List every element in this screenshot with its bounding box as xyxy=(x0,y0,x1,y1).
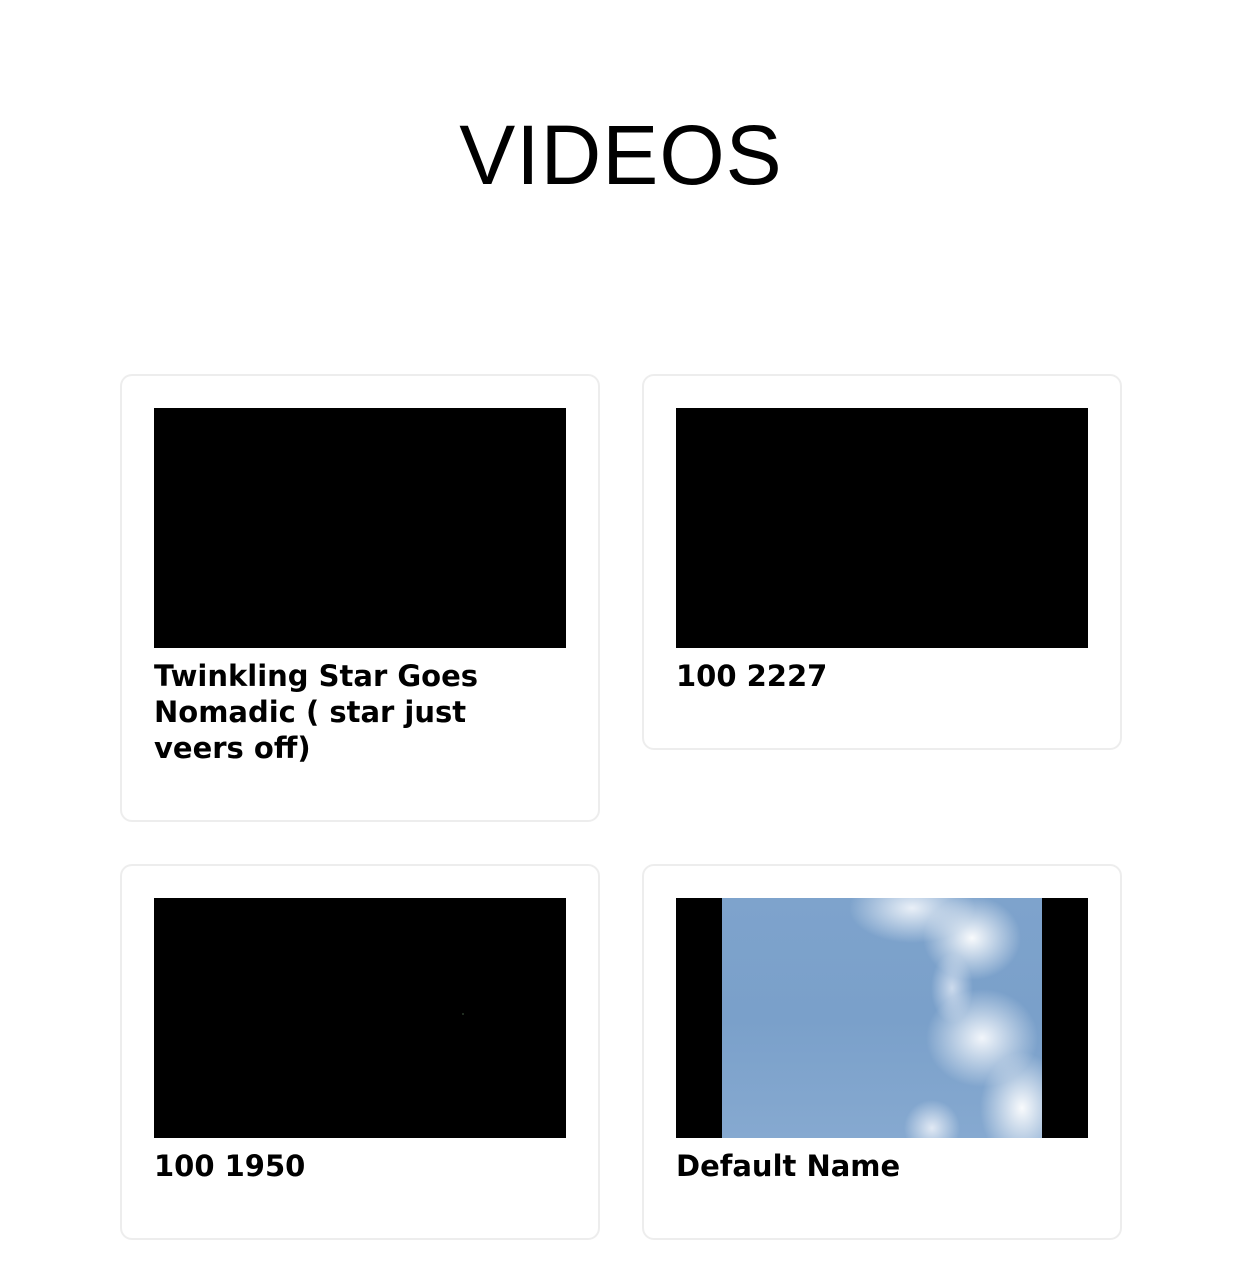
video-card[interactable]: 100 1950 xyxy=(120,864,600,1240)
video-thumbnail[interactable] xyxy=(676,898,1088,1138)
video-thumbnail[interactable] xyxy=(676,408,1088,648)
video-title[interactable]: 100 1950 xyxy=(154,1148,566,1184)
video-title[interactable]: 100 2227 xyxy=(676,658,1088,694)
video-title[interactable]: Default Name xyxy=(676,1148,1088,1184)
video-card[interactable]: 100 2227 xyxy=(642,374,1122,750)
video-title[interactable]: Twinkling Star Goes Nomadic ( star just … xyxy=(154,658,566,766)
video-card[interactable]: Twinkling Star Goes Nomadic ( star just … xyxy=(120,374,600,822)
video-card[interactable]: Default Name xyxy=(642,864,1122,1240)
star-dot xyxy=(462,1013,464,1015)
video-thumbnail[interactable] xyxy=(154,898,566,1138)
sky-clouds-image xyxy=(722,898,1042,1138)
page-title: VIDEOS xyxy=(459,108,783,202)
video-thumbnail[interactable] xyxy=(154,408,566,648)
